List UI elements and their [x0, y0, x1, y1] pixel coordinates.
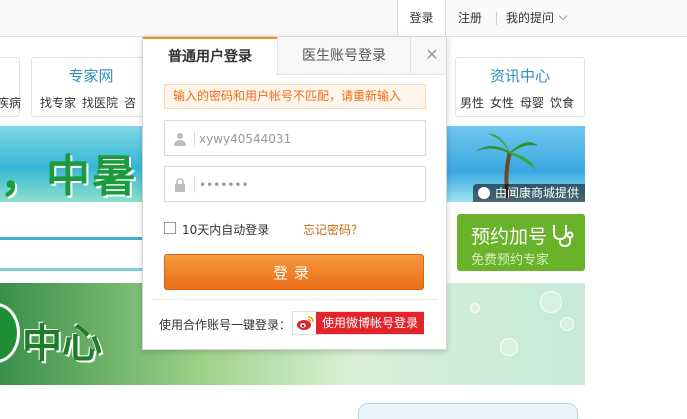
news-center-title[interactable]: 资讯中心 [456, 65, 584, 86]
bubble-decoration [500, 338, 518, 356]
weibo-logo-icon [297, 316, 314, 330]
banner-headline: ，中暑 [0, 151, 138, 202]
news-link-mother-baby[interactable]: 母婴 [520, 96, 544, 110]
remember-label[interactable]: 10天内自动登录 [182, 221, 269, 238]
login-popup: 普通用户登录 医生账号登录 ✕ 输入的密码和用户帐号不匹配，请重新输入 10天内… [142, 36, 447, 350]
bottom-decoration [358, 403, 578, 419]
news-link-diet[interactable]: 饮食 [550, 96, 574, 110]
topbar-register-link[interactable]: 注册 [458, 0, 482, 37]
login-button[interactable]: 登录 [164, 254, 424, 290]
left-category-card[interactable]: 疾病 [0, 57, 21, 117]
tab-doctor-login[interactable]: 医生账号登录 [277, 37, 411, 75]
news-center-card[interactable]: 资讯中心 男性 女性 母婴 饮食 [455, 57, 585, 117]
find-expert-link[interactable]: 找专家 [40, 96, 76, 110]
center-banner-text: 中心 [22, 321, 102, 367]
topbar-my-questions-menu[interactable]: 我的提问 [506, 0, 568, 37]
top-nav-bar: 登录 注册 我的提问 [0, 0, 687, 38]
topbar-separator [496, 12, 497, 25]
field-divider [194, 177, 195, 193]
weibo-login-label: 使用微博帐号登录 [316, 312, 424, 334]
popup-divider [153, 299, 438, 300]
password-input[interactable] [199, 175, 419, 195]
expert-network-card[interactable]: 专家网 找专家 找医院咨 [31, 57, 151, 117]
news-link-male[interactable]: 男性 [460, 96, 484, 110]
tab-normal-user-login[interactable]: 普通用户登录 [143, 37, 277, 76]
news-links: 男性 女性 母婴 饮食 [460, 94, 580, 111]
close-icon[interactable]: ✕ [422, 45, 442, 65]
bubble-decoration [560, 317, 574, 331]
field-divider [194, 131, 195, 147]
news-link-female[interactable]: 女性 [490, 96, 514, 110]
bubble-decoration [470, 303, 480, 313]
login-tabs: 普通用户登录 医生账号登录 ✕ [143, 37, 446, 76]
remember-checkbox[interactable] [164, 222, 176, 234]
password-field[interactable] [164, 166, 426, 202]
banner-provider-text: 由闻康商城提供 [494, 186, 579, 200]
login-error-message: 输入的密码和用户帐号不匹配，请重新输入 [164, 84, 426, 109]
left-card-link[interactable]: 疾病 [0, 94, 21, 111]
stethoscope-icon [553, 225, 574, 248]
lock-icon [175, 178, 185, 192]
find-hospital-link[interactable]: 找医院 [82, 96, 118, 110]
topbar-login-link[interactable]: 登录 [397, 0, 446, 38]
expert-network-title[interactable]: 专家网 [32, 65, 150, 86]
appointment-subtitle: 免费预约专家 [471, 253, 550, 268]
consult-link[interactable]: 咨 [124, 96, 136, 110]
appointment-title: 预约加号 [471, 226, 548, 248]
banner-provider-caption: 由闻康商城提供 [472, 184, 585, 202]
weibo-login-button[interactable]: 使用微博帐号登录 [292, 311, 424, 335]
appointment-button[interactable]: 预约加号 免费预约专家 [457, 214, 585, 271]
forgot-password-link[interactable]: 忘记密码？ [303, 221, 363, 238]
my-questions-label: 我的提问 [506, 11, 555, 25]
user-icon [174, 133, 186, 146]
chevron-down-icon [558, 11, 568, 21]
username-input[interactable] [199, 129, 419, 149]
username-field[interactable] [164, 120, 426, 156]
right-blank-area [585, 37, 687, 419]
partner-login-label: 使用合作账号一键登录： [159, 318, 292, 332]
shop-banner[interactable]: 由闻康商城提供 [445, 126, 585, 202]
expert-links: 找专家 找医院咨 [40, 94, 142, 111]
banner-circle-decoration [0, 303, 20, 363]
provider-icon [477, 187, 490, 199]
bubble-decoration [540, 291, 562, 313]
